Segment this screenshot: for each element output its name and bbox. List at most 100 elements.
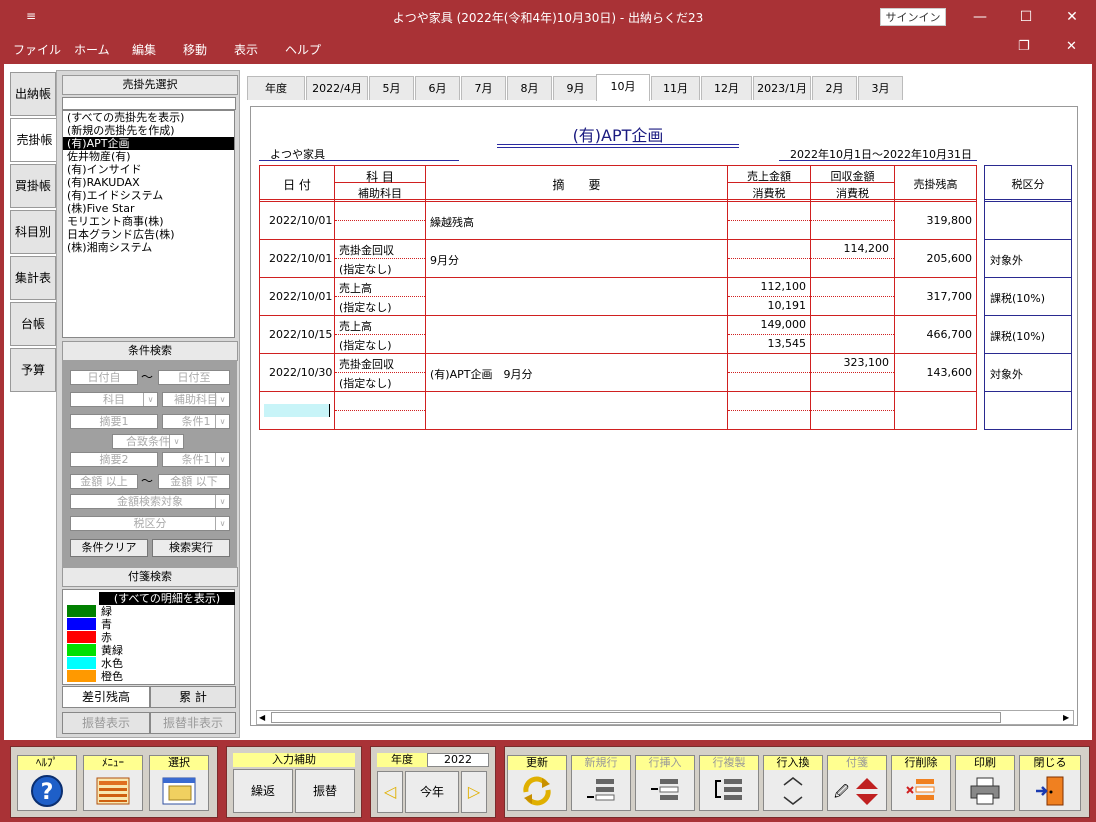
side-tab-payable[interactable]: 買掛帳	[10, 164, 56, 208]
row-tax-class[interactable]: 課税(10%)	[990, 290, 1045, 306]
help-button[interactable]: ﾍﾙﾌﾟ ?	[17, 755, 77, 811]
list-item[interactable]: 佐井物産(有)	[63, 150, 234, 163]
amount-from-input[interactable]: 金額 以上	[70, 474, 138, 489]
tag-list[interactable]: (すべての明細を表示) 緑 青 赤 黄緑 水色 橙色	[62, 589, 235, 685]
year-field[interactable]: 2022	[427, 753, 489, 767]
row-tax-class[interactable]: 対象外	[990, 366, 1023, 382]
side-tab-receivable[interactable]: 売掛帳	[10, 118, 58, 162]
row-sales-tax[interactable]: 10,191	[728, 299, 807, 312]
menu-move[interactable]: 移動	[183, 41, 207, 58]
row-sales[interactable]: 149,000	[728, 318, 807, 331]
chevron-down-icon[interactable]: ∨	[215, 393, 229, 406]
list-item[interactable]: モリエント商事(株)	[63, 215, 234, 228]
new-row-button[interactable]: 新規行	[571, 755, 631, 811]
tab-month[interactable]: 2月	[812, 76, 857, 100]
transfer-button[interactable]: 振替	[295, 769, 355, 813]
doc-close-icon[interactable]: ✕	[1066, 39, 1077, 54]
chevron-down-icon[interactable]: ∨	[215, 495, 229, 508]
tag-item[interactable]: 橙色	[65, 670, 235, 683]
row-date[interactable]: 2022/10/15	[269, 328, 332, 341]
row-date[interactable]: 2022/10/01	[269, 252, 332, 265]
tax-select[interactable]: 税区分 ∨	[70, 516, 230, 531]
tag-item[interactable]: 青	[65, 618, 235, 631]
row-date[interactable]: 2022/10/01	[269, 290, 332, 303]
tag-all-item[interactable]: (すべての明細を表示)	[65, 592, 235, 605]
list-item[interactable]: (新規の売掛先を作成)	[63, 124, 234, 137]
amount-to-input[interactable]: 金額 以下	[158, 474, 230, 489]
next-year-button[interactable]: ▷	[461, 771, 487, 813]
this-year-button[interactable]: 今年	[405, 771, 459, 813]
tab-month[interactable]: 6月	[415, 76, 460, 100]
tab-month[interactable]: 11月	[651, 76, 700, 100]
amount-target-select[interactable]: 金額検索対象 ∨	[70, 494, 230, 509]
delete-row-button[interactable]: 行削除	[891, 755, 951, 811]
row-subject[interactable]: 売上高	[339, 318, 372, 334]
tag-item[interactable]: 黄緑	[65, 644, 235, 657]
row-sub-subject[interactable]: (指定なし)	[339, 375, 392, 391]
row-subject[interactable]: 売掛金回収	[339, 356, 394, 372]
tag-item[interactable]: 水色	[65, 657, 235, 670]
side-tab-by-subject[interactable]: 科目別	[10, 210, 56, 254]
row-sub-subject[interactable]: (指定なし)	[339, 299, 392, 315]
close-icon[interactable]: ✕	[1049, 0, 1095, 34]
tab-fiscal-year[interactable]: 年度	[247, 76, 305, 100]
menu-help[interactable]: ヘルプ	[285, 41, 321, 58]
customer-list[interactable]: (すべての売掛先を表示) (新規の売掛先を作成) (有)APT企画 佐井物産(有…	[62, 110, 235, 338]
tab-cumulative[interactable]: 累 計	[150, 686, 236, 708]
menu-button[interactable]: ﾒﾆｭｰ	[83, 755, 143, 811]
list-item[interactable]: (株)湘南システム	[63, 241, 234, 254]
minimize-icon[interactable]: —	[957, 0, 1003, 34]
chevron-down-icon[interactable]: ∨	[215, 415, 229, 428]
menu-file[interactable]: ファイル	[13, 41, 61, 58]
row-memo[interactable]: (有)APT企画 9月分	[430, 366, 532, 382]
list-item[interactable]: (有)エイドシステム	[63, 189, 234, 202]
chevron-down-icon[interactable]: ∨	[143, 393, 157, 406]
tab-month[interactable]: 3月	[858, 76, 903, 100]
row-subject[interactable]: 売上高	[339, 280, 372, 296]
swap-row-button[interactable]: 行入換	[763, 755, 823, 811]
row-date[interactable]: 2022/10/30	[269, 366, 332, 379]
tab-diff-balance[interactable]: 差引残高	[62, 686, 150, 708]
run-search-button[interactable]: 検索実行	[152, 539, 230, 557]
insert-row-button[interactable]: 行挿入	[635, 755, 695, 811]
customer-filter-input[interactable]	[62, 97, 236, 110]
match-select[interactable]: 合致条件 ∨	[112, 434, 184, 449]
row-sub-subject[interactable]: (指定なし)	[339, 261, 392, 277]
restore-icon[interactable]: ❐	[1018, 39, 1030, 54]
memo1-input[interactable]: 摘要1	[70, 414, 158, 429]
memo2-input[interactable]: 摘要2	[70, 452, 158, 467]
list-item[interactable]: (有)インサイド	[63, 163, 234, 176]
side-tab-budget[interactable]: 予算	[10, 348, 56, 392]
chevron-down-icon[interactable]: ∨	[169, 435, 183, 448]
list-item[interactable]: (すべての売掛先を表示)	[63, 111, 234, 124]
date-from-input[interactable]: 日付自	[70, 370, 138, 385]
new-row-date-input[interactable]	[264, 404, 330, 417]
row-sub-subject[interactable]: (指定なし)	[339, 337, 392, 353]
chevron-down-icon[interactable]: ∨	[215, 453, 229, 466]
row-collect[interactable]: 114,200	[811, 242, 890, 255]
select-button[interactable]: 選択	[149, 755, 209, 811]
list-item-selected[interactable]: (有)APT企画	[63, 137, 234, 150]
chevron-down-icon[interactable]: ∨	[215, 517, 229, 530]
row-tax-class[interactable]: 対象外	[990, 252, 1023, 268]
horizontal-scrollbar[interactable]: ◀ ▶	[256, 710, 1074, 725]
scroll-thumb[interactable]	[271, 712, 1001, 723]
prev-year-button[interactable]: ◁	[377, 771, 403, 813]
tab-month[interactable]: 5月	[369, 76, 414, 100]
clear-conditions-button[interactable]: 条件クリア	[70, 539, 148, 557]
tab-month[interactable]: 8月	[507, 76, 552, 100]
date-to-input[interactable]: 日付至	[158, 370, 230, 385]
scroll-left-icon[interactable]: ◀	[259, 713, 265, 722]
repeat-button[interactable]: 繰返	[233, 769, 293, 813]
copy-row-button[interactable]: 行複製	[699, 755, 759, 811]
row-tax-class[interactable]: 課税(10%)	[990, 328, 1045, 344]
menu-home[interactable]: ホーム	[74, 41, 110, 58]
row-memo[interactable]: 9月分	[430, 252, 459, 268]
row-sales[interactable]: 112,100	[728, 280, 807, 293]
cond1-select[interactable]: 条件1 ∨	[162, 414, 230, 429]
row-date[interactable]: 2022/10/01	[269, 214, 332, 227]
tab-month[interactable]: 2022/4月	[306, 76, 368, 100]
tab-month[interactable]: 12月	[701, 76, 752, 100]
tab-month-active[interactable]: 10月	[596, 74, 650, 101]
sub-subject-select[interactable]: 補助科目 ∨	[162, 392, 230, 407]
